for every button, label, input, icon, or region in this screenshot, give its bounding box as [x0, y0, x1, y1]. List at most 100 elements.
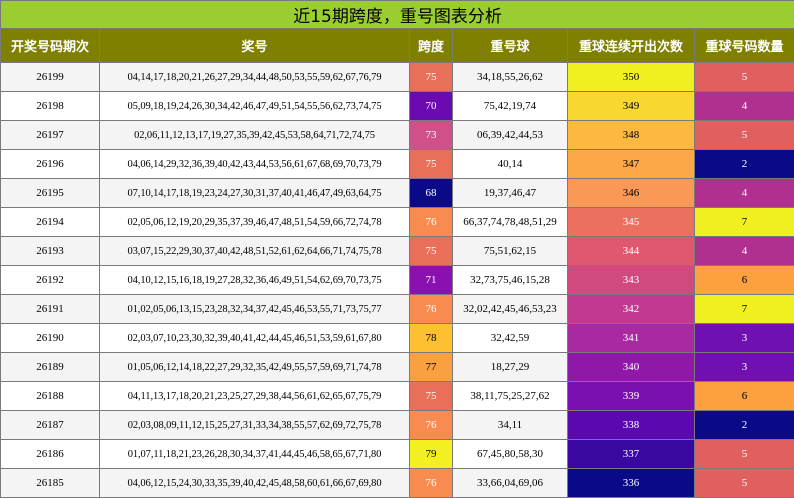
consecutive-cell: 338 — [568, 411, 695, 440]
issue-cell: 26189 — [1, 353, 100, 382]
consecutive-cell: 348 — [568, 121, 695, 150]
repeat-balls-cell: 19,37,46,47 — [453, 179, 568, 208]
count-cell: 5 — [695, 469, 794, 498]
table-row: 2619303,07,15,22,29,30,37,40,42,48,51,52… — [1, 237, 794, 266]
consecutive-cell: 339 — [568, 382, 695, 411]
numbers-cell: 01,05,06,12,14,18,22,27,29,32,35,42,49,5… — [100, 353, 410, 382]
span-cell: 70 — [410, 92, 453, 121]
repeat-balls-cell: 32,02,42,45,46,53,23 — [453, 295, 568, 324]
issue-cell: 26198 — [1, 92, 100, 121]
header-span: 跨度 — [410, 29, 453, 63]
table-row: 2618901,05,06,12,14,18,22,27,29,32,35,42… — [1, 353, 794, 382]
table-row: 2619101,02,05,06,13,15,23,28,32,34,37,42… — [1, 295, 794, 324]
table-row: 2619507,10,14,17,18,19,23,24,27,30,31,37… — [1, 179, 794, 208]
issue-cell: 26186 — [1, 440, 100, 469]
issue-cell: 26192 — [1, 266, 100, 295]
consecutive-cell: 345 — [568, 208, 695, 237]
repeat-balls-cell: 06,39,42,44,53 — [453, 121, 568, 150]
issue-cell: 26199 — [1, 63, 100, 92]
table-row: 2619604,06,14,29,32,36,39,40,42,43,44,53… — [1, 150, 794, 179]
span-cell: 73 — [410, 121, 453, 150]
table-row: 2619805,09,18,19,24,26,30,34,42,46,47,49… — [1, 92, 794, 121]
span-cell: 75 — [410, 63, 453, 92]
numbers-cell: 04,11,13,17,18,20,21,23,25,27,29,38,44,5… — [100, 382, 410, 411]
numbers-cell: 04,06,14,29,32,36,39,40,42,43,44,53,56,6… — [100, 150, 410, 179]
repeat-balls-cell: 40,14 — [453, 150, 568, 179]
consecutive-cell: 346 — [568, 179, 695, 208]
table-row: 2619904,14,17,18,20,21,26,27,29,34,44,48… — [1, 63, 794, 92]
issue-cell: 26195 — [1, 179, 100, 208]
consecutive-cell: 347 — [568, 150, 695, 179]
numbers-cell: 07,10,14,17,18,19,23,24,27,30,31,37,40,4… — [100, 179, 410, 208]
span-cell: 75 — [410, 150, 453, 179]
header-issue: 开奖号码期次 — [1, 29, 100, 63]
numbers-cell: 02,03,07,10,23,30,32,39,40,41,42,44,45,4… — [100, 324, 410, 353]
consecutive-cell: 350 — [568, 63, 695, 92]
repeat-balls-cell: 66,37,74,78,48,51,29 — [453, 208, 568, 237]
header-numbers: 奖号 — [100, 29, 410, 63]
numbers-cell: 03,07,15,22,29,30,37,40,42,48,51,52,61,6… — [100, 237, 410, 266]
numbers-cell: 01,02,05,06,13,15,23,28,32,34,37,42,45,4… — [100, 295, 410, 324]
span-cell: 75 — [410, 237, 453, 266]
issue-cell: 26187 — [1, 411, 100, 440]
count-cell: 3 — [695, 324, 794, 353]
count-cell: 2 — [695, 150, 794, 179]
count-cell: 4 — [695, 237, 794, 266]
analysis-table: 近15期跨度，重号图表分析 开奖号码期次 奖号 跨度 重号球 重球连续开出次数 … — [0, 0, 794, 498]
count-cell: 4 — [695, 92, 794, 121]
header-consecutive: 重球连续开出次数 — [568, 29, 695, 63]
count-cell: 5 — [695, 440, 794, 469]
span-cell: 76 — [410, 208, 453, 237]
count-cell: 7 — [695, 208, 794, 237]
table-row: 2618601,07,11,18,21,23,26,28,30,34,37,41… — [1, 440, 794, 469]
table-row: 2619204,10,12,15,16,18,19,27,28,32,36,46… — [1, 266, 794, 295]
consecutive-cell: 340 — [568, 353, 695, 382]
span-cell: 76 — [410, 411, 453, 440]
count-cell: 7 — [695, 295, 794, 324]
numbers-cell: 02,06,11,12,13,17,19,27,35,39,42,45,53,5… — [100, 121, 410, 150]
table-row: 2619702,06,11,12,13,17,19,27,35,39,42,45… — [1, 121, 794, 150]
issue-cell: 26188 — [1, 382, 100, 411]
numbers-cell: 02,05,06,12,19,20,29,35,37,39,46,47,48,5… — [100, 208, 410, 237]
span-cell: 76 — [410, 295, 453, 324]
count-cell: 3 — [695, 353, 794, 382]
repeat-balls-cell: 32,73,75,46,15,28 — [453, 266, 568, 295]
consecutive-cell: 341 — [568, 324, 695, 353]
header-row: 开奖号码期次 奖号 跨度 重号球 重球连续开出次数 重球号码数量 — [1, 29, 794, 63]
repeat-balls-cell: 18,27,29 — [453, 353, 568, 382]
consecutive-cell: 343 — [568, 266, 695, 295]
issue-cell: 26196 — [1, 150, 100, 179]
repeat-balls-cell: 75,51,62,15 — [453, 237, 568, 266]
repeat-balls-cell: 38,11,75,25,27,62 — [453, 382, 568, 411]
consecutive-cell: 344 — [568, 237, 695, 266]
count-cell: 5 — [695, 121, 794, 150]
issue-cell: 26193 — [1, 237, 100, 266]
span-cell: 77 — [410, 353, 453, 382]
issue-cell: 26185 — [1, 469, 100, 498]
numbers-cell: 05,09,18,19,24,26,30,34,42,46,47,49,51,5… — [100, 92, 410, 121]
numbers-cell: 02,03,08,09,11,12,15,25,27,31,33,34,38,5… — [100, 411, 410, 440]
table-row: 2618504,06,12,15,24,30,33,35,39,40,42,45… — [1, 469, 794, 498]
span-cell: 75 — [410, 382, 453, 411]
table-row: 2619402,05,06,12,19,20,29,35,37,39,46,47… — [1, 208, 794, 237]
consecutive-cell: 349 — [568, 92, 695, 121]
numbers-cell: 04,14,17,18,20,21,26,27,29,34,44,48,50,5… — [100, 63, 410, 92]
count-cell: 5 — [695, 63, 794, 92]
header-repeat-balls: 重号球 — [453, 29, 568, 63]
issue-cell: 26194 — [1, 208, 100, 237]
issue-cell: 26197 — [1, 121, 100, 150]
consecutive-cell: 337 — [568, 440, 695, 469]
span-cell: 71 — [410, 266, 453, 295]
table-row: 2618702,03,08,09,11,12,15,25,27,31,33,34… — [1, 411, 794, 440]
count-cell: 2 — [695, 411, 794, 440]
span-cell: 76 — [410, 469, 453, 498]
repeat-balls-cell: 75,42,19,74 — [453, 92, 568, 121]
issue-cell: 26190 — [1, 324, 100, 353]
table-row: 2618804,11,13,17,18,20,21,23,25,27,29,38… — [1, 382, 794, 411]
header-count: 重球号码数量 — [695, 29, 794, 63]
span-cell: 78 — [410, 324, 453, 353]
issue-cell: 26191 — [1, 295, 100, 324]
table-row: 2619002,03,07,10,23,30,32,39,40,41,42,44… — [1, 324, 794, 353]
count-cell: 4 — [695, 179, 794, 208]
repeat-balls-cell: 34,11 — [453, 411, 568, 440]
